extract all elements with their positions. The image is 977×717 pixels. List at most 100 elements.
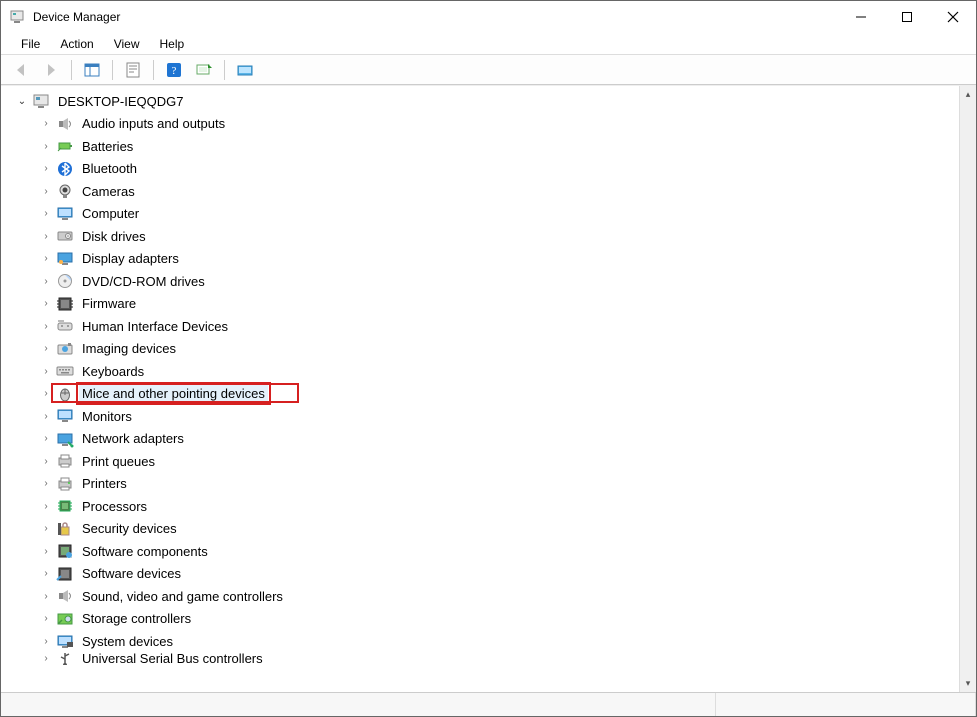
chevron-right-icon[interactable]: ›: [39, 612, 53, 626]
tree-item-label: Security devices: [79, 520, 180, 537]
swcomp-icon: [55, 542, 75, 560]
tree-item-battery[interactable]: › Batteries: [1, 135, 959, 158]
chevron-right-icon[interactable]: ›: [39, 409, 53, 423]
computer-icon: [55, 205, 75, 223]
close-button[interactable]: [930, 1, 976, 33]
chevron-right-icon[interactable]: ›: [39, 432, 53, 446]
imaging-icon: [55, 340, 75, 358]
chevron-right-icon[interactable]: ›: [39, 499, 53, 513]
chevron-right-icon[interactable]: ›: [39, 319, 53, 333]
chevron-right-icon[interactable]: ›: [39, 252, 53, 266]
tree-item-swdev[interactable]: ›Software devices: [1, 563, 959, 586]
audio-icon: [55, 115, 75, 133]
tree-item-printer[interactable]: ›Printers: [1, 473, 959, 496]
tree-item-imaging[interactable]: ›Imaging devices: [1, 338, 959, 361]
tree-item-swcomp[interactable]: ›Software components: [1, 540, 959, 563]
tree-item-label: Batteries: [79, 138, 136, 155]
tree-item-label: Bluetooth: [79, 160, 140, 177]
properties-button[interactable]: [119, 58, 147, 82]
chevron-right-icon[interactable]: ›: [39, 364, 53, 378]
security-icon: [55, 520, 75, 538]
display-icon: [55, 250, 75, 268]
chevron-right-icon[interactable]: ›: [39, 544, 53, 558]
chevron-right-icon[interactable]: ›: [39, 184, 53, 198]
menu-help[interactable]: Help: [152, 35, 193, 53]
chevron-down-icon[interactable]: ⌄: [15, 94, 29, 108]
tree-item-hid[interactable]: › Human Interface Devices: [1, 315, 959, 338]
minimize-button[interactable]: [838, 1, 884, 33]
forward-button[interactable]: [37, 58, 65, 82]
menu-action[interactable]: Action: [52, 35, 101, 53]
tree-item-computer[interactable]: ›Computer: [1, 203, 959, 226]
back-button[interactable]: [7, 58, 35, 82]
tree-item-label: Sound, video and game controllers: [79, 588, 286, 605]
show-hide-console-tree-button[interactable]: [78, 58, 106, 82]
tree-item-audio[interactable]: ›Audio inputs and outputs: [1, 113, 959, 136]
maximize-button[interactable]: [884, 1, 930, 33]
chevron-right-icon[interactable]: ›: [39, 274, 53, 288]
monitor-icon: [55, 407, 75, 425]
chevron-right-icon[interactable]: ›: [39, 477, 53, 491]
firmware-icon: [55, 295, 75, 313]
tree-item-keyboard[interactable]: › Keyboards: [1, 360, 959, 383]
chevron-right-icon[interactable]: ›: [39, 387, 53, 401]
tree-item-system[interactable]: ›System devices: [1, 630, 959, 653]
chevron-right-icon[interactable]: ›: [39, 567, 53, 581]
device-tree[interactable]: ⌄ DESKTOP-IEQQDG7 ›Audio inputs and output…: [1, 86, 959, 692]
chevron-right-icon[interactable]: ›: [39, 454, 53, 468]
tree-item-bluetooth[interactable]: › Bluetooth: [1, 158, 959, 181]
devices-printers-button[interactable]: [231, 58, 259, 82]
tree-item-firmware[interactable]: ›Firmware: [1, 293, 959, 316]
chevron-right-icon[interactable]: ›: [39, 162, 53, 176]
chevron-right-icon[interactable]: ›: [39, 117, 53, 131]
tree-item-label: DVD/CD-ROM drives: [79, 273, 208, 290]
menu-view[interactable]: View: [106, 35, 148, 53]
chevron-right-icon[interactable]: ›: [39, 342, 53, 356]
tree-item-security[interactable]: › Security devices: [1, 518, 959, 541]
chevron-right-icon[interactable]: ›: [39, 229, 53, 243]
hid-icon: [55, 317, 75, 335]
help-button[interactable]: ?: [160, 58, 188, 82]
scroll-up-arrow[interactable]: ▴: [960, 86, 976, 103]
tree-item-sound[interactable]: › Sound, video and game controllers: [1, 585, 959, 608]
chevron-right-icon[interactable]: ›: [39, 589, 53, 603]
device-manager-window: Device Manager File Action View Help ?: [0, 0, 977, 717]
content-area: ⌄ DESKTOP-IEQQDG7 ›Audio inputs and output…: [1, 85, 976, 692]
tree-root-label: DESKTOP-IEQQDG7: [55, 93, 186, 110]
tree-item-camera[interactable]: ›Cameras: [1, 180, 959, 203]
tree-item-processor[interactable]: › Processors: [1, 495, 959, 518]
chevron-right-icon[interactable]: ›: [39, 522, 53, 536]
tree-item-label: Monitors: [79, 408, 135, 425]
tree-item-label: Storage controllers: [79, 610, 194, 627]
vertical-scrollbar[interactable]: ▴ ▾: [959, 86, 976, 692]
chevron-right-icon[interactable]: ›: [39, 207, 53, 221]
tree-item-disk[interactable]: › Disk drives: [1, 225, 959, 248]
bluetooth-icon: [55, 160, 75, 178]
tree-item-label: Universal Serial Bus controllers: [79, 653, 266, 665]
tree-item-label: Disk drives: [79, 228, 149, 245]
tree-item-mouse[interactable]: ›Mice and other pointing devices: [1, 383, 959, 406]
tree-root[interactable]: ⌄ DESKTOP-IEQQDG7: [1, 90, 959, 113]
keyboard-icon: [55, 362, 75, 380]
scroll-down-arrow[interactable]: ▾: [960, 675, 976, 692]
printer-icon: [55, 475, 75, 493]
scan-hardware-button[interactable]: [190, 58, 218, 82]
tree-item-usb[interactable]: › Universal Serial Bus controllers: [1, 653, 959, 665]
tree-item-network[interactable]: ›Network adapters: [1, 428, 959, 451]
tree-item-monitor[interactable]: › Monitors: [1, 405, 959, 428]
network-icon: [55, 430, 75, 448]
tree-item-dvd[interactable]: › DVD/CD-ROM drives: [1, 270, 959, 293]
menu-file[interactable]: File: [13, 35, 48, 53]
chevron-right-icon[interactable]: ›: [39, 653, 53, 665]
tree-item-printqueue[interactable]: ›Print queues: [1, 450, 959, 473]
camera-icon: [55, 182, 75, 200]
chevron-right-icon[interactable]: ›: [39, 297, 53, 311]
tree-item-storage[interactable]: › Storage controllers: [1, 608, 959, 631]
tree-item-label: Processors: [79, 498, 150, 515]
tree-item-label: Human Interface Devices: [79, 318, 231, 335]
device-manager-icon: [9, 9, 25, 25]
tree-item-label: Keyboards: [79, 363, 147, 380]
chevron-right-icon[interactable]: ›: [39, 634, 53, 648]
chevron-right-icon[interactable]: ›: [39, 139, 53, 153]
tree-item-display[interactable]: ›Display adapters: [1, 248, 959, 271]
